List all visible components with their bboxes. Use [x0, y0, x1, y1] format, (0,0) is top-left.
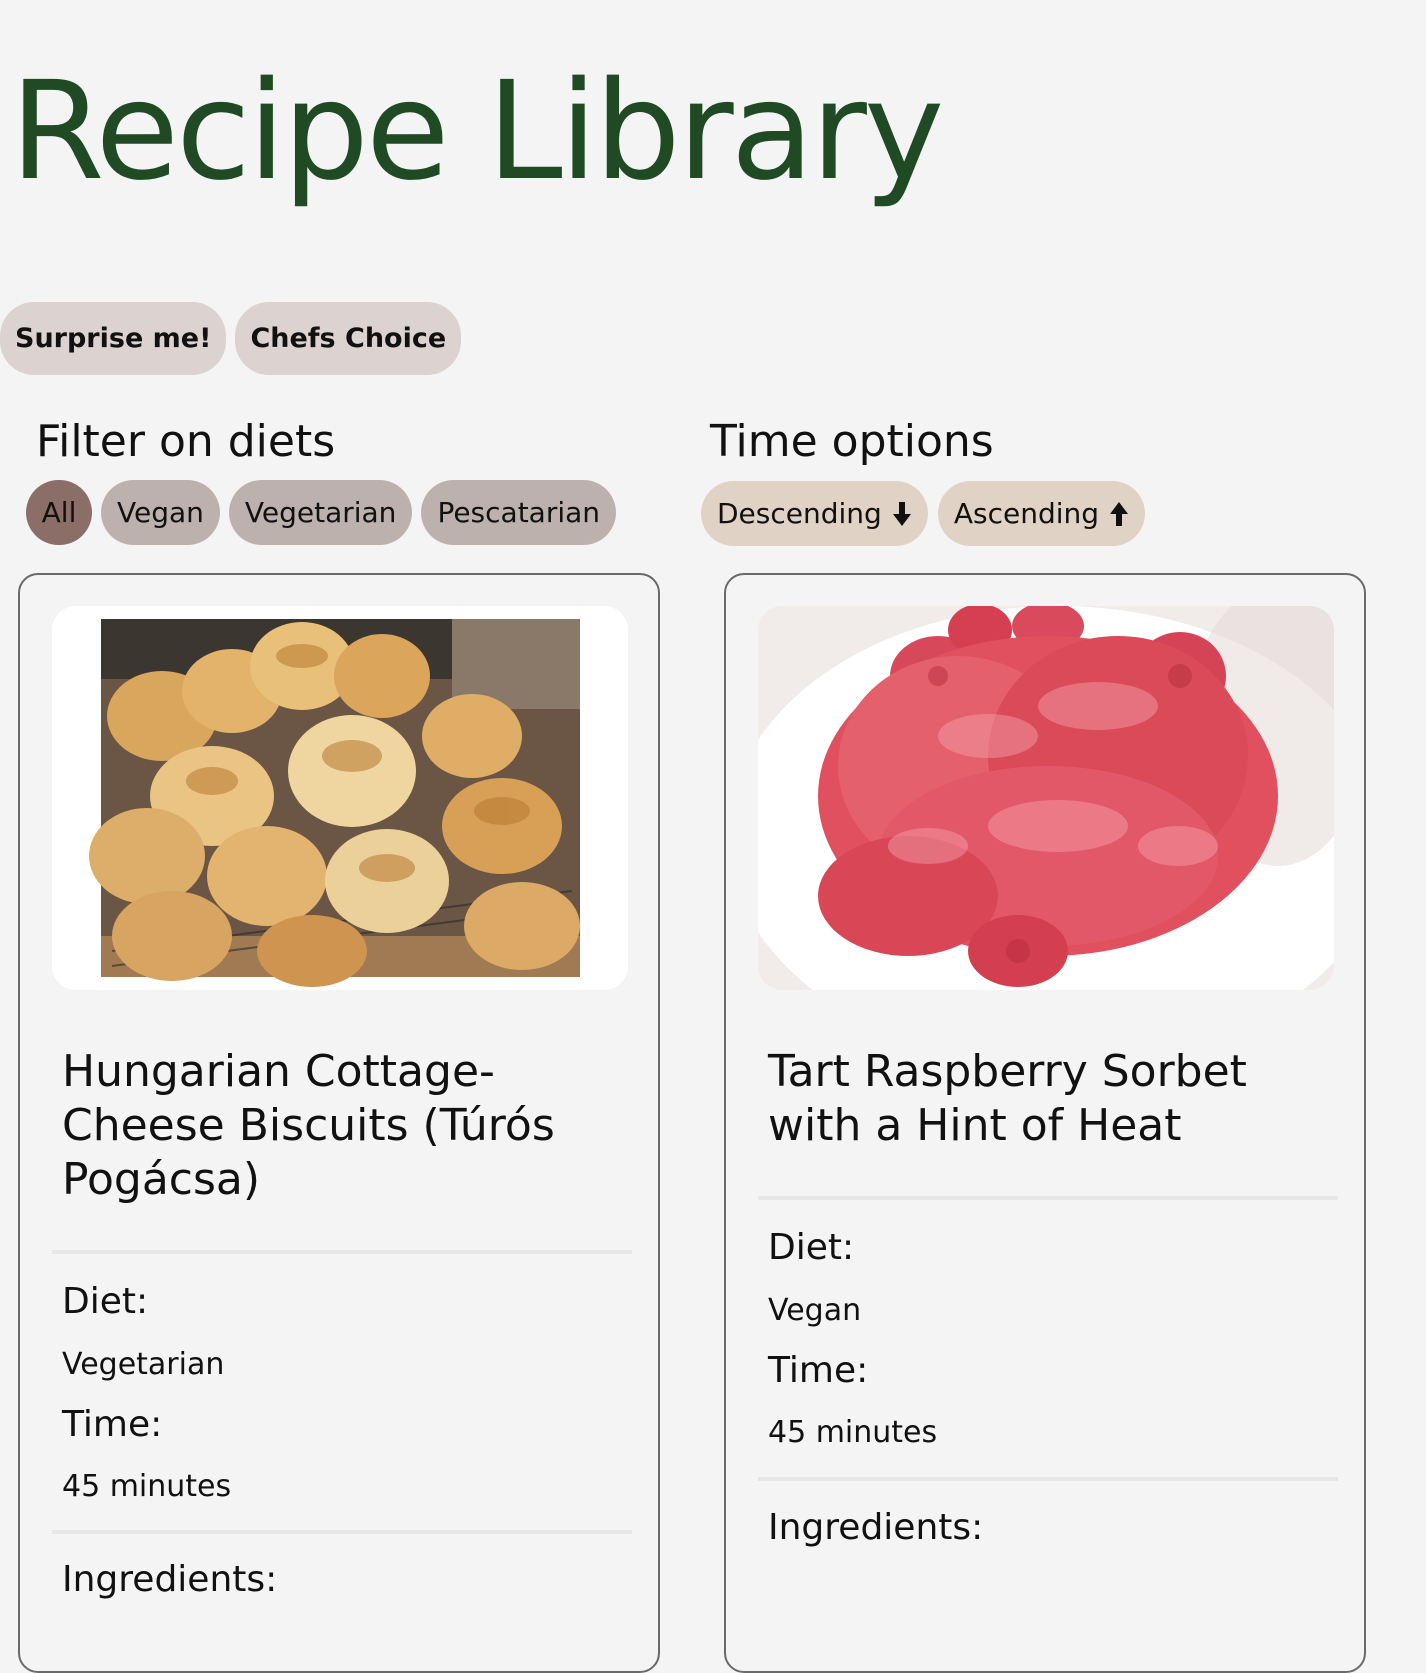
- sort-ascending-button[interactable]: Ascending: [937, 481, 1146, 546]
- arrow-down-icon: [892, 501, 911, 526]
- diet-filter-vegetarian-button[interactable]: Vegetarian: [228, 480, 413, 545]
- diet-label: Diet:: [62, 1281, 149, 1322]
- diet-filter-group: All Vegan Vegetarian Pescatarian: [26, 480, 617, 545]
- time-options-group: Descending Ascending: [701, 481, 1146, 546]
- recipe-image: [758, 606, 1334, 990]
- recipe-card[interactable]: Tart Raspberry Sorbet with a Hint of Hea…: [724, 573, 1366, 1673]
- diet-filter-heading: Filter on diets: [36, 416, 336, 467]
- sort-descending-label: Descending: [717, 497, 882, 530]
- time-label: Time:: [768, 1350, 869, 1391]
- time-value: 45 minutes: [62, 1469, 232, 1504]
- diet-filter-vegan-button[interactable]: Vegan: [101, 480, 220, 545]
- time-value: 45 minutes: [768, 1415, 938, 1450]
- surprise-me-button[interactable]: Surprise me!: [0, 302, 227, 375]
- time-label: Time:: [62, 1404, 163, 1445]
- diet-label: Diet:: [768, 1227, 855, 1268]
- page-title: Recipe Library: [10, 53, 944, 211]
- arrow-up-icon: [1110, 501, 1129, 526]
- action-buttons: Surprise me! Chefs Choice: [0, 302, 462, 375]
- card-divider: [758, 1477, 1338, 1481]
- biscuits-photo: [52, 606, 628, 990]
- raspberry-sorbet-photo: [758, 606, 1334, 990]
- time-options-heading: Time options: [710, 416, 994, 467]
- diet-filter-pescatarian-button[interactable]: Pescatarian: [421, 480, 617, 545]
- recipe-title: Hungarian Cottage-Cheese Biscuits (Túrós…: [62, 1046, 555, 1205]
- ingredients-label: Ingredients:: [768, 1507, 984, 1548]
- chefs-choice-button[interactable]: Chefs Choice: [235, 302, 462, 375]
- sort-descending-button[interactable]: Descending: [701, 481, 928, 546]
- diet-value: Vegan: [768, 1293, 862, 1328]
- card-divider: [52, 1530, 632, 1534]
- recipe-card[interactable]: Hungarian Cottage-Cheese Biscuits (Túrós…: [18, 573, 660, 1673]
- sort-ascending-label: Ascending: [953, 497, 1100, 530]
- diet-value: Vegetarian: [62, 1347, 225, 1382]
- recipe-title: Tart Raspberry Sorbet with a Hint of Hea…: [768, 1046, 1247, 1151]
- diet-filter-all-button[interactable]: All: [26, 480, 92, 545]
- card-divider: [52, 1250, 632, 1254]
- recipe-image: [52, 606, 628, 990]
- card-divider: [758, 1196, 1338, 1200]
